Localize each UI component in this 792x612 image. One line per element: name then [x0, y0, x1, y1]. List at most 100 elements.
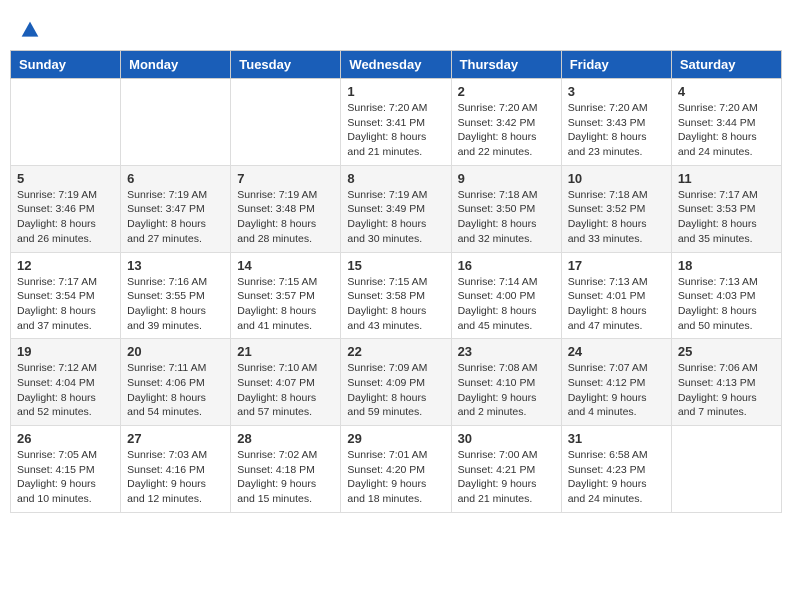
day-info: Sunrise: 7:11 AM Sunset: 4:06 PM Dayligh…	[127, 361, 224, 420]
calendar-cell: 27 Sunrise: 7:03 AM Sunset: 4:16 PM Dayli…	[121, 426, 231, 513]
calendar-cell: 16 Sunrise: 7:14 AM Sunset: 4:00 PM Dayli…	[451, 252, 561, 339]
day-number: 19	[17, 344, 114, 359]
calendar-cell: 9 Sunrise: 7:18 AM Sunset: 3:50 PM Daylig…	[451, 165, 561, 252]
day-info: Sunrise: 7:03 AM Sunset: 4:16 PM Dayligh…	[127, 448, 224, 507]
day-info: Sunrise: 7:18 AM Sunset: 3:50 PM Dayligh…	[458, 188, 555, 247]
calendar-cell: 18 Sunrise: 7:13 AM Sunset: 4:03 PM Dayli…	[671, 252, 781, 339]
calendar-cell: 11Sunrise: 7:17 AM Sunset: 3:53 PM Dayli…	[671, 165, 781, 252]
calendar-cell	[11, 79, 121, 166]
day-info: Sunrise: 7:06 AM Sunset: 4:13 PM Dayligh…	[678, 361, 775, 420]
day-info: Sunrise: 7:15 AM Sunset: 3:57 PM Dayligh…	[237, 275, 334, 334]
calendar-cell: 25 Sunrise: 7:06 AM Sunset: 4:13 PM Dayli…	[671, 339, 781, 426]
calendar-cell: 17Sunrise: 7:13 AM Sunset: 4:01 PM Dayli…	[561, 252, 671, 339]
day-info: Sunrise: 7:07 AM Sunset: 4:12 PM Dayligh…	[568, 361, 665, 420]
calendar-cell: 22 Sunrise: 7:09 AM Sunset: 4:09 PM Dayli…	[341, 339, 451, 426]
calendar-cell: 10 Sunrise: 7:18 AM Sunset: 3:52 PM Dayli…	[561, 165, 671, 252]
calendar-week-row: 26 Sunrise: 7:05 AM Sunset: 4:15 PM Dayli…	[11, 426, 782, 513]
day-header-friday: Friday	[561, 51, 671, 79]
day-header-tuesday: Tuesday	[231, 51, 341, 79]
day-info: Sunrise: 7:20 AM Sunset: 3:43 PM Dayligh…	[568, 101, 665, 160]
calendar-cell: 14 Sunrise: 7:15 AM Sunset: 3:57 PM Dayli…	[231, 252, 341, 339]
day-info: Sunrise: 7:19 AM Sunset: 3:48 PM Dayligh…	[237, 188, 334, 247]
day-info: Sunrise: 7:10 AM Sunset: 4:07 PM Dayligh…	[237, 361, 334, 420]
calendar-cell: 21 Sunrise: 7:10 AM Sunset: 4:07 PM Dayli…	[231, 339, 341, 426]
calendar-cell: 23Sunrise: 7:08 AM Sunset: 4:10 PM Dayli…	[451, 339, 561, 426]
calendar-cell: 31 Sunrise: 6:58 AM Sunset: 4:23 PM Dayli…	[561, 426, 671, 513]
logo	[20, 20, 44, 40]
calendar-cell: 30 Sunrise: 7:00 AM Sunset: 4:21 PM Dayli…	[451, 426, 561, 513]
day-info: Sunrise: 7:18 AM Sunset: 3:52 PM Dayligh…	[568, 188, 665, 247]
day-header-sunday: Sunday	[11, 51, 121, 79]
day-number: 7	[237, 171, 334, 186]
day-info: Sunrise: 7:20 AM Sunset: 3:41 PM Dayligh…	[347, 101, 444, 160]
day-info: Sunrise: 7:08 AM Sunset: 4:10 PM Dayligh…	[458, 361, 555, 420]
calendar-cell: 6 Sunrise: 7:19 AM Sunset: 3:47 PM Daylig…	[121, 165, 231, 252]
day-number: 6	[127, 171, 224, 186]
day-number: 21	[237, 344, 334, 359]
calendar-cell: 28 Sunrise: 7:02 AM Sunset: 4:18 PM Dayli…	[231, 426, 341, 513]
day-number: 14	[237, 258, 334, 273]
day-number: 10	[568, 171, 665, 186]
calendar-week-row: 19 Sunrise: 7:12 AM Sunset: 4:04 PM Dayli…	[11, 339, 782, 426]
calendar-cell: 15Sunrise: 7:15 AM Sunset: 3:58 PM Dayli…	[341, 252, 451, 339]
day-info: Sunrise: 7:01 AM Sunset: 4:20 PM Dayligh…	[347, 448, 444, 507]
calendar-week-row: 1Sunrise: 7:20 AM Sunset: 3:41 PM Daylig…	[11, 79, 782, 166]
day-info: Sunrise: 7:19 AM Sunset: 3:46 PM Dayligh…	[17, 188, 114, 247]
day-info: Sunrise: 7:15 AM Sunset: 3:58 PM Dayligh…	[347, 275, 444, 334]
calendar-cell: 29 Sunrise: 7:01 AM Sunset: 4:20 PM Dayli…	[341, 426, 451, 513]
day-info: Sunrise: 7:13 AM Sunset: 4:03 PM Dayligh…	[678, 275, 775, 334]
day-number: 5	[17, 171, 114, 186]
day-number: 24	[568, 344, 665, 359]
calendar-week-row: 12 Sunrise: 7:17 AM Sunset: 3:54 PM Dayli…	[11, 252, 782, 339]
calendar-cell: 1Sunrise: 7:20 AM Sunset: 3:41 PM Daylig…	[341, 79, 451, 166]
calendar-cell: 26 Sunrise: 7:05 AM Sunset: 4:15 PM Dayli…	[11, 426, 121, 513]
calendar-cell: 4Sunrise: 7:20 AM Sunset: 3:44 PM Daylig…	[671, 79, 781, 166]
day-number: 27	[127, 431, 224, 446]
day-info: Sunrise: 7:17 AM Sunset: 3:53 PM Dayligh…	[678, 188, 775, 247]
calendar-cell: 13 Sunrise: 7:16 AM Sunset: 3:55 PM Dayli…	[121, 252, 231, 339]
day-info: Sunrise: 7:19 AM Sunset: 3:49 PM Dayligh…	[347, 188, 444, 247]
day-header-thursday: Thursday	[451, 51, 561, 79]
day-info: Sunrise: 7:20 AM Sunset: 3:42 PM Dayligh…	[458, 101, 555, 160]
day-number: 22	[347, 344, 444, 359]
day-info: Sunrise: 7:02 AM Sunset: 4:18 PM Dayligh…	[237, 448, 334, 507]
day-number: 29	[347, 431, 444, 446]
calendar-cell: 8 Sunrise: 7:19 AM Sunset: 3:49 PM Daylig…	[341, 165, 451, 252]
day-number: 28	[237, 431, 334, 446]
calendar-week-row: 5 Sunrise: 7:19 AM Sunset: 3:46 PM Daylig…	[11, 165, 782, 252]
calendar-cell: 24 Sunrise: 7:07 AM Sunset: 4:12 PM Dayli…	[561, 339, 671, 426]
calendar-cell: 3 Sunrise: 7:20 AM Sunset: 3:43 PM Daylig…	[561, 79, 671, 166]
day-info: Sunrise: 7:19 AM Sunset: 3:47 PM Dayligh…	[127, 188, 224, 247]
day-info: Sunrise: 7:09 AM Sunset: 4:09 PM Dayligh…	[347, 361, 444, 420]
day-number: 18	[678, 258, 775, 273]
day-number: 31	[568, 431, 665, 446]
day-number: 26	[17, 431, 114, 446]
day-number: 8	[347, 171, 444, 186]
day-info: Sunrise: 7:17 AM Sunset: 3:54 PM Dayligh…	[17, 275, 114, 334]
day-number: 25	[678, 344, 775, 359]
day-number: 2	[458, 84, 555, 99]
page-header	[10, 10, 782, 45]
day-info: Sunrise: 7:12 AM Sunset: 4:04 PM Dayligh…	[17, 361, 114, 420]
calendar-table: SundayMondayTuesdayWednesdayThursdayFrid…	[10, 50, 782, 513]
day-info: Sunrise: 7:05 AM Sunset: 4:15 PM Dayligh…	[17, 448, 114, 507]
day-info: Sunrise: 7:16 AM Sunset: 3:55 PM Dayligh…	[127, 275, 224, 334]
calendar-cell: 20 Sunrise: 7:11 AM Sunset: 4:06 PM Dayli…	[121, 339, 231, 426]
calendar-cell: 2 Sunrise: 7:20 AM Sunset: 3:42 PM Daylig…	[451, 79, 561, 166]
day-info: Sunrise: 6:58 AM Sunset: 4:23 PM Dayligh…	[568, 448, 665, 507]
day-header-saturday: Saturday	[671, 51, 781, 79]
day-number: 12	[17, 258, 114, 273]
day-info: Sunrise: 7:13 AM Sunset: 4:01 PM Dayligh…	[568, 275, 665, 334]
day-number: 30	[458, 431, 555, 446]
day-number: 13	[127, 258, 224, 273]
day-number: 16	[458, 258, 555, 273]
day-info: Sunrise: 7:14 AM Sunset: 4:00 PM Dayligh…	[458, 275, 555, 334]
day-number: 9	[458, 171, 555, 186]
day-number: 4	[678, 84, 775, 99]
day-header-monday: Monday	[121, 51, 231, 79]
calendar-cell: 19 Sunrise: 7:12 AM Sunset: 4:04 PM Dayli…	[11, 339, 121, 426]
day-info: Sunrise: 7:00 AM Sunset: 4:21 PM Dayligh…	[458, 448, 555, 507]
day-number: 20	[127, 344, 224, 359]
calendar-cell: 5 Sunrise: 7:19 AM Sunset: 3:46 PM Daylig…	[11, 165, 121, 252]
day-number: 3	[568, 84, 665, 99]
